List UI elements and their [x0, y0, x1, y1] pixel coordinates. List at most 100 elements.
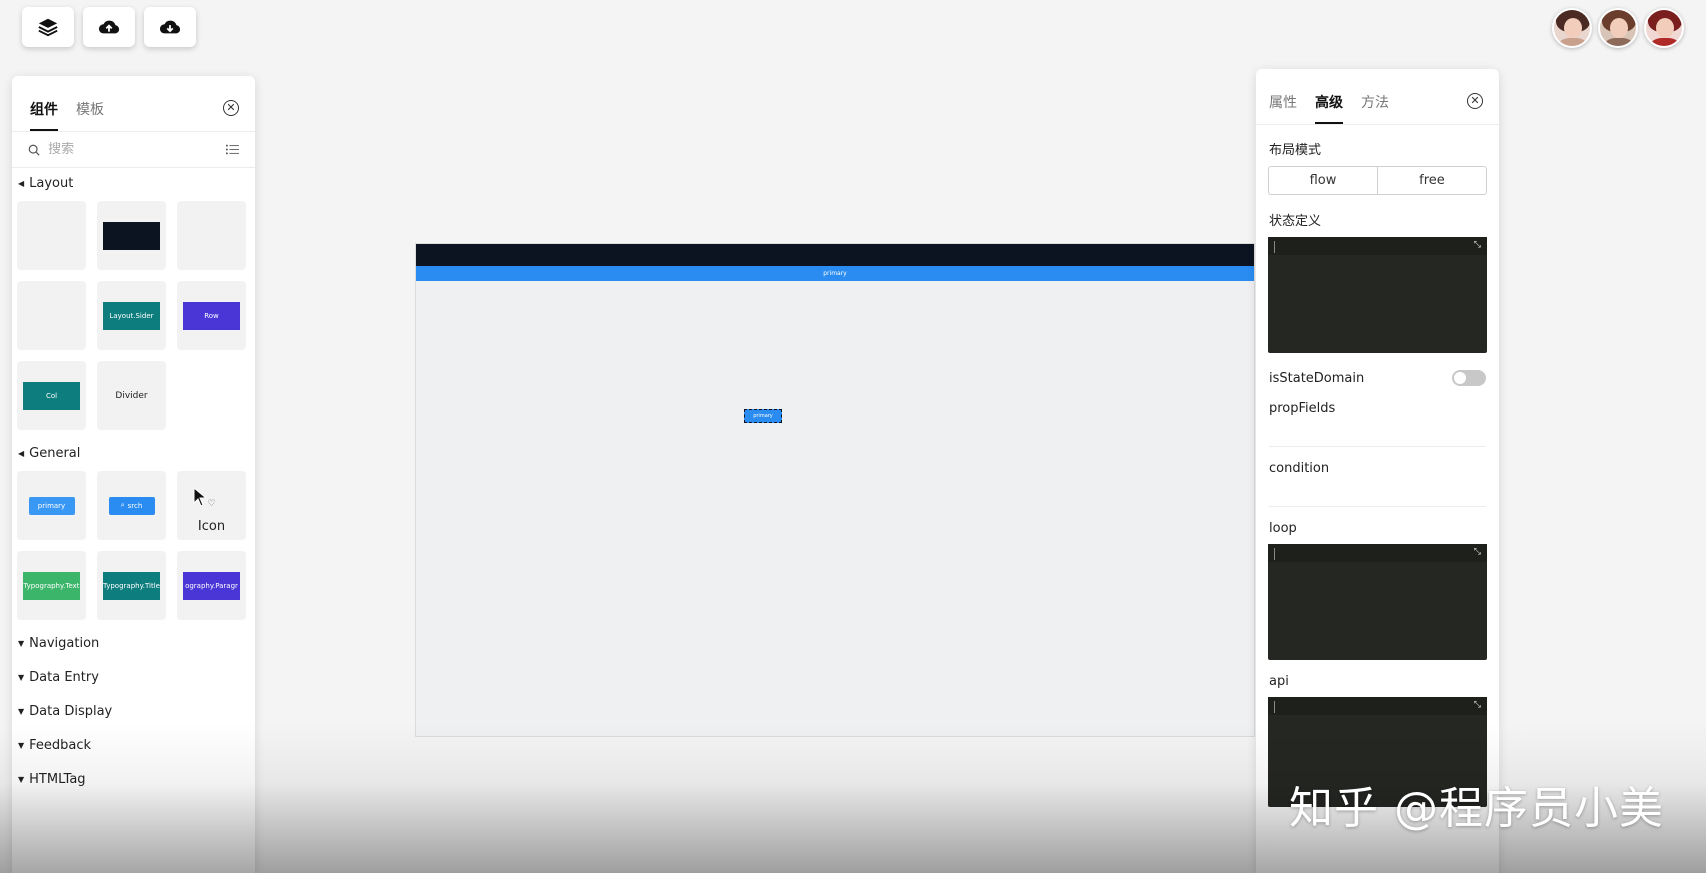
layout-mode-free[interactable]: free — [1377, 167, 1486, 194]
section-label: General — [29, 445, 81, 461]
section-label: Layout — [29, 175, 74, 191]
caret-down-icon: ▼ — [18, 672, 25, 682]
divider — [1269, 446, 1486, 447]
component-layout-content[interactable] — [177, 201, 246, 270]
preview-chip — [103, 221, 160, 250]
expand-icon[interactable]: ⤡ — [1474, 700, 1481, 710]
preview-chip: Typography.Text — [23, 571, 80, 600]
preview-chip: Col — [23, 381, 80, 410]
watermark: 知乎 @程序员小美 — [1289, 783, 1664, 834]
component-layout-sider[interactable]: Layout.Sider — [97, 281, 166, 350]
layers-icon — [38, 18, 58, 37]
state-def-editor[interactable]: ⤡ — [1268, 237, 1487, 353]
component-layout-footer[interactable] — [17, 281, 86, 350]
section-data-entry[interactable]: ▼ Data Entry — [12, 662, 255, 692]
loop-editor[interactable]: ⤡ — [1268, 544, 1487, 660]
preview-text: Icon — [197, 519, 226, 534]
editor-cursor — [1274, 241, 1275, 253]
section-navigation[interactable]: ▼ Navigation — [12, 628, 255, 658]
tab-properties[interactable]: 属性 — [1269, 92, 1297, 124]
component-typography-paragraph[interactable]: ography.Paragr — [177, 551, 246, 620]
api-label: api — [1269, 674, 1289, 689]
component-layout-header[interactable] — [97, 201, 166, 270]
is-state-domain-toggle[interactable] — [1452, 370, 1486, 386]
canvas-bar-label: primary — [823, 270, 847, 277]
tab-templates[interactable]: 模板 — [76, 99, 104, 131]
expand-icon[interactable]: ⤡ — [1474, 547, 1481, 557]
cloud-upload-button[interactable] — [83, 7, 135, 47]
section-label: Data Entry — [29, 669, 99, 685]
cloud-download-icon — [159, 20, 181, 34]
preview-text: Divider — [115, 390, 148, 401]
component-row[interactable]: Row — [177, 281, 246, 350]
caret-down-icon: ▼ — [18, 638, 25, 648]
mouse-cursor-icon — [193, 487, 208, 507]
caret-down-icon: ▼ — [18, 774, 25, 784]
preview-chip: Row — [183, 301, 240, 330]
search-icon: ⌕ — [120, 501, 125, 509]
design-canvas[interactable]: primary primary — [415, 243, 1255, 737]
close-icon[interactable]: ✕ — [223, 100, 239, 116]
layout-mode-flow[interactable]: flow — [1269, 167, 1377, 194]
divider — [1269, 506, 1486, 507]
component-typography-title[interactable]: Typography.Title — [97, 551, 166, 620]
collaborator-avatars — [1552, 8, 1684, 48]
component-col[interactable]: Col — [17, 361, 86, 430]
prop-fields-editor[interactable] — [1256, 416, 1499, 446]
canvas-primary-button[interactable]: primary — [744, 409, 782, 423]
condition-editor[interactable] — [1256, 476, 1499, 506]
avatar[interactable] — [1598, 8, 1638, 48]
top-toolbar — [22, 7, 196, 47]
editor-gutter — [1268, 237, 1487, 255]
tab-advanced[interactable]: 高级 — [1315, 92, 1343, 124]
preview-text: srch — [127, 501, 143, 510]
component-icon[interactable]: ♡ Icon — [177, 471, 246, 540]
component-search-button[interactable]: ⌕ srch — [97, 471, 166, 540]
component-button[interactable]: primary — [17, 471, 86, 540]
search-input[interactable] — [48, 142, 219, 157]
expand-icon[interactable]: ⤡ — [1474, 240, 1481, 250]
preview-chip: Typography.Title — [103, 571, 160, 600]
component-panel-tabs: 组件 模板 ✕ — [12, 76, 255, 132]
condition-label: condition — [1269, 461, 1330, 476]
tab-components[interactable]: 组件 — [30, 99, 58, 131]
component-layout[interactable] — [17, 201, 86, 270]
caret-left-icon: ◀ — [18, 448, 25, 458]
section-label: HTMLTag — [29, 771, 86, 787]
list-icon[interactable] — [226, 143, 239, 156]
editor-gutter — [1268, 544, 1487, 562]
canvas-primary-bar[interactable]: primary — [416, 266, 1254, 281]
component-panel: 组件 模板 ✕ ◀ Layout Layout.Sider Row Col Di… — [12, 76, 255, 873]
caret-left-icon: ◀ — [18, 178, 25, 188]
preview-chip: Layout.Sider — [103, 301, 160, 330]
layout-grid: Layout.Sider Row Col Divider — [12, 198, 255, 438]
avatar[interactable] — [1644, 8, 1684, 48]
component-typography-text[interactable]: Typography.Text — [17, 551, 86, 620]
section-htmltag[interactable]: ▼ HTMLTag — [12, 764, 255, 794]
component-divider[interactable]: Divider — [97, 361, 166, 430]
cloud-upload-icon — [98, 20, 120, 34]
is-state-domain-label: isStateDomain — [1269, 370, 1365, 386]
section-label: Navigation — [29, 635, 100, 651]
layers-button[interactable] — [22, 7, 74, 47]
section-feedback[interactable]: ▼ Feedback — [12, 730, 255, 760]
avatar[interactable] — [1552, 8, 1592, 48]
loop-label: loop — [1269, 521, 1297, 536]
is-state-domain-row: isStateDomain — [1256, 367, 1499, 389]
section-data-display[interactable]: ▼ Data Display — [12, 696, 255, 726]
layout-mode-label: 布局模式 — [1269, 143, 1322, 158]
section-label: Feedback — [29, 737, 92, 753]
close-icon[interactable]: ✕ — [1467, 93, 1483, 109]
search-icon — [28, 144, 40, 156]
editor-cursor — [1274, 548, 1275, 560]
layout-mode-switch: flow free — [1268, 166, 1487, 195]
settings-panel-tabs: 属性 高级 方法 ✕ — [1256, 69, 1499, 125]
section-layout[interactable]: ◀ Layout — [12, 168, 255, 198]
tab-methods[interactable]: 方法 — [1361, 92, 1389, 124]
section-label: Data Display — [29, 703, 113, 719]
preview-chip: ⌕ srch — [108, 496, 155, 515]
cloud-download-button[interactable] — [144, 7, 196, 47]
caret-down-icon: ▼ — [18, 740, 25, 750]
canvas-layout-header[interactable] — [416, 244, 1254, 266]
section-general[interactable]: ◀ General — [12, 438, 255, 468]
